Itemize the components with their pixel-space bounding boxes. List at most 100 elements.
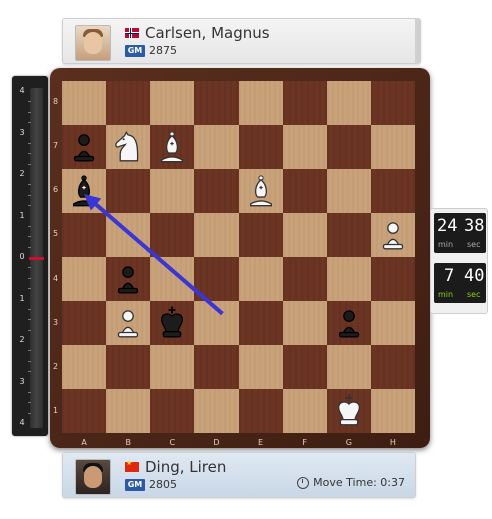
- evaluation-marker: [29, 257, 44, 260]
- white-pawn-icon[interactable]: [106, 301, 150, 345]
- board-square-h6[interactable]: [370, 169, 415, 213]
- board-square-f2[interactable]: [282, 345, 327, 389]
- eval-scale-label: 0: [19, 252, 25, 261]
- board-square-f4[interactable]: [282, 257, 327, 301]
- board-square-a4[interactable]: [62, 257, 107, 301]
- board-square-f8[interactable]: [282, 81, 327, 125]
- white-knight-icon[interactable]: [106, 125, 150, 169]
- eval-scale-tick: [28, 288, 31, 290]
- board-square-e8[interactable]: [238, 81, 283, 125]
- board-square-c7[interactable]: [150, 125, 195, 169]
- board-square-a1[interactable]: [62, 389, 107, 433]
- bottom-clock-minutes: 7: [444, 266, 455, 286]
- board-square-b1[interactable]: [106, 389, 151, 433]
- board-square-b2[interactable]: [106, 345, 151, 389]
- rank-label: 1: [53, 405, 59, 415]
- board-square-c5[interactable]: [150, 213, 195, 257]
- file-label: B: [125, 438, 131, 447]
- bottom-clock-min-label: min: [438, 290, 454, 299]
- board-square-f5[interactable]: [282, 213, 327, 257]
- board-square-g4[interactable]: [326, 257, 371, 301]
- board-square-g3[interactable]: [326, 301, 371, 345]
- board-square-b3[interactable]: [106, 301, 151, 345]
- black-pawn-icon[interactable]: [327, 301, 371, 345]
- board-square-e6[interactable]: [238, 169, 283, 213]
- board-square-g2[interactable]: [326, 345, 371, 389]
- board-square-c6[interactable]: [150, 169, 195, 213]
- board-square-h2[interactable]: [370, 345, 415, 389]
- board-square-f1[interactable]: [282, 389, 327, 433]
- black-bishop-icon[interactable]: [62, 169, 106, 213]
- black-pawn-icon[interactable]: [106, 257, 150, 301]
- board-square-d1[interactable]: [194, 389, 239, 433]
- board-square-h8[interactable]: [370, 81, 415, 125]
- eval-scale-label: 3: [19, 376, 25, 386]
- chess-board[interactable]: [62, 81, 415, 433]
- board-square-g8[interactable]: [326, 81, 371, 125]
- board-square-a6[interactable]: [62, 169, 107, 213]
- board-square-e7[interactable]: [238, 125, 283, 169]
- board-square-g5[interactable]: [326, 213, 371, 257]
- eval-scale-tick: [28, 236, 31, 238]
- board-square-h3[interactable]: [370, 301, 415, 345]
- board-square-b8[interactable]: [106, 81, 151, 125]
- board-square-b5[interactable]: [106, 213, 151, 257]
- board-square-a5[interactable]: [62, 213, 107, 257]
- board-square-b4[interactable]: [106, 257, 151, 301]
- board-square-d4[interactable]: [194, 257, 239, 301]
- board-square-c4[interactable]: [150, 257, 195, 301]
- black-pawn-icon[interactable]: [62, 125, 106, 169]
- board-square-c8[interactable]: [150, 81, 195, 125]
- board-square-c2[interactable]: [150, 345, 195, 389]
- board-square-h4[interactable]: [370, 257, 415, 301]
- board-square-f6[interactable]: [282, 169, 327, 213]
- eval-scale-tick: [28, 319, 31, 321]
- board-square-d8[interactable]: [194, 81, 239, 125]
- board-square-e1[interactable]: [238, 389, 283, 433]
- board-square-h7[interactable]: [370, 125, 415, 169]
- white-bishop-icon[interactable]: [239, 169, 283, 213]
- board-square-h1[interactable]: [370, 389, 415, 433]
- eval-scale-tick: [28, 277, 31, 279]
- board-square-f7[interactable]: [282, 125, 327, 169]
- board-square-d5[interactable]: [194, 213, 239, 257]
- bottom-clock-sec-label: sec: [467, 290, 481, 299]
- eval-scale-label: 4: [19, 418, 25, 427]
- board-square-g1[interactable]: [326, 389, 371, 433]
- china-flag-icon: [125, 459, 139, 472]
- board-square-g6[interactable]: [326, 169, 371, 213]
- board-square-d2[interactable]: [194, 345, 239, 389]
- white-bishop-icon[interactable]: [150, 125, 194, 169]
- board-square-e2[interactable]: [238, 345, 283, 389]
- board-square-b7[interactable]: [106, 125, 151, 169]
- white-king-icon[interactable]: [327, 389, 371, 433]
- file-label: H: [389, 438, 396, 447]
- eval-scale-tick: [28, 194, 31, 196]
- rank-label: 7: [53, 141, 59, 151]
- white-pawn-icon[interactable]: [371, 213, 415, 257]
- board-square-a2[interactable]: [62, 345, 107, 389]
- board-square-c3[interactable]: [150, 301, 195, 345]
- board-square-g7[interactable]: [326, 125, 371, 169]
- board-square-e3[interactable]: [238, 301, 283, 345]
- board-square-f3[interactable]: [282, 301, 327, 345]
- board-square-c1[interactable]: [150, 389, 195, 433]
- board-square-d6[interactable]: [194, 169, 239, 213]
- top-player-panel: Carlsen, Magnus GM 2875: [62, 18, 421, 64]
- board-square-a3[interactable]: [62, 301, 107, 345]
- board-square-e5[interactable]: [238, 213, 283, 257]
- top-player-title-badge: GM: [125, 45, 145, 57]
- board-square-h5[interactable]: [370, 213, 415, 257]
- board-square-a7[interactable]: [62, 125, 107, 169]
- board-square-b6[interactable]: [106, 169, 151, 213]
- rank-label: 4: [53, 273, 59, 283]
- board-square-d3[interactable]: [194, 301, 239, 345]
- board-square-e4[interactable]: [238, 257, 283, 301]
- black-king-icon[interactable]: [150, 301, 194, 345]
- file-label: A: [81, 438, 87, 447]
- board-square-a8[interactable]: [62, 81, 107, 125]
- eval-scale-tick: [28, 153, 31, 155]
- board-square-d7[interactable]: [194, 125, 239, 169]
- clock-icon: [297, 476, 310, 489]
- eval-scale-tick: [28, 350, 31, 352]
